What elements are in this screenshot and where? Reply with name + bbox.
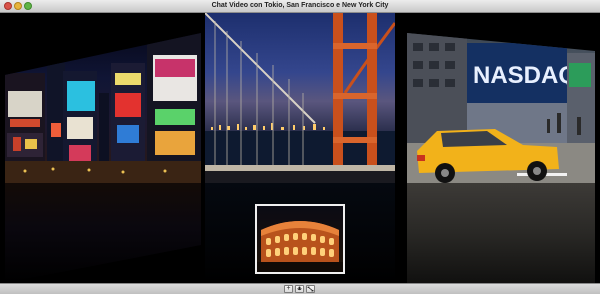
video-panel-tokio[interactable] <box>5 33 201 183</box>
add-participant-button[interactable]: + <box>284 285 293 293</box>
new-york-city-reflection <box>407 183 595 283</box>
times-square-image: NASDAQ <box>407 33 595 183</box>
tokyo-street-image <box>5 33 201 183</box>
microphone-icon <box>297 286 302 291</box>
ichat-window: Chat Video con Tokio, San Francisco e Ne… <box>0 0 600 294</box>
mute-button[interactable] <box>295 285 304 293</box>
fullscreen-button[interactable] <box>306 285 315 293</box>
colosseum-image <box>257 206 343 272</box>
bottom-toolbar: + <box>0 283 600 294</box>
local-preview-thumbnail[interactable] <box>255 204 345 274</box>
plus-icon: + <box>286 285 291 292</box>
nasdaq-sign: NASDAQ <box>473 62 577 89</box>
video-panel-san-francisco[interactable] <box>205 13 395 183</box>
video-chat-stage: NASDAQ <box>0 13 600 283</box>
golden-gate-bridge-image <box>205 13 395 183</box>
tokyo-reflection <box>5 183 201 283</box>
video-panel-new-york-city[interactable]: NASDAQ <box>407 33 595 183</box>
title-bar[interactable]: Chat Video con Tokio, San Francisco e Ne… <box>0 0 600 13</box>
window-title: Chat Video con Tokio, San Francisco e Ne… <box>211 2 389 9</box>
fullscreen-icon <box>307 286 314 292</box>
